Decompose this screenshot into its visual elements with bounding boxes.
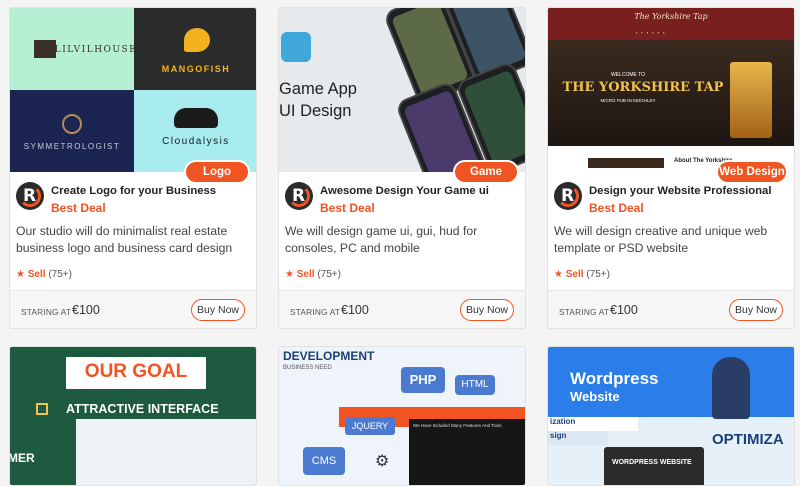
dashboard-mockup bbox=[76, 419, 256, 485]
thumb-tag: WORDPRESS WEBSITE bbox=[612, 459, 692, 466]
thumb-heading: DEVELOPMENT bbox=[283, 349, 375, 363]
sell-label: Sell bbox=[565, 269, 584, 280]
person-illustration bbox=[712, 357, 750, 419]
deal-label: Best Deal bbox=[51, 201, 106, 215]
thumb-title-line: Game App bbox=[279, 80, 357, 98]
seller-info: R Create Logo for your Business Best Dea… bbox=[16, 182, 216, 215]
thumb-subheading: Website bbox=[570, 389, 620, 404]
buy-now-button[interactable]: Buy Now bbox=[729, 299, 783, 321]
sell-rating: ★ Sell (75+) bbox=[554, 269, 610, 280]
gig-card[interactable]: LILVILHOUSE MANGOFISH SYMMETROLOGIST Clo… bbox=[9, 7, 257, 329]
cloud-icon bbox=[174, 108, 218, 128]
sell-label: Sell bbox=[296, 269, 315, 280]
staring-label: STARING AT bbox=[559, 307, 610, 317]
tag-html: HTML bbox=[455, 375, 495, 395]
deal-label: Best Deal bbox=[320, 201, 375, 215]
gig-description: We will design game ui, gui, hud for con… bbox=[285, 224, 478, 255]
card-footer: STARING AT €100 Buy Now bbox=[10, 290, 256, 328]
thumb-subheading: ATTRACTIVE INTERFACE bbox=[66, 402, 219, 416]
tag-jquery: JQUERY bbox=[345, 417, 395, 435]
gig-thumbnail[interactable]: Game App UI Design bbox=[279, 8, 525, 172]
emblem-icon bbox=[62, 114, 82, 134]
site-image-strip bbox=[588, 158, 664, 168]
site-preview-text: We Have Included Many Features And Tools bbox=[413, 423, 502, 428]
star-icon: ★ bbox=[285, 269, 294, 280]
sell-label: Sell bbox=[27, 269, 46, 280]
sell-count: (75+) bbox=[586, 269, 610, 280]
thumb-title-line: UI Design bbox=[279, 102, 352, 120]
star-icon: ★ bbox=[554, 269, 563, 280]
gig-thumbnail[interactable]: The Yorkshire Tap ▪▪▪▪▪▪ WELCOME TO THE … bbox=[548, 8, 794, 172]
seller-info: R Awesome Design Your Game ui Best Deal bbox=[285, 182, 489, 215]
thumb-side-text: MER bbox=[10, 451, 35, 465]
gig-card[interactable]: Game App UI Design Game R Awesome Design… bbox=[278, 7, 526, 329]
gig-card[interactable]: DEVELOPMENT BUSINESS NEED PHP HTML JQUER… bbox=[278, 346, 526, 486]
gig-title[interactable]: Create Logo for your Business bbox=[51, 184, 216, 198]
buy-now-button[interactable]: Buy Now bbox=[191, 299, 245, 321]
sell-rating: ★ Sell (75+) bbox=[16, 269, 72, 280]
sell-rating: ★ Sell (75+) bbox=[285, 269, 341, 280]
staring-label: STARING AT bbox=[21, 307, 72, 317]
logo-text: SYMMETROLOGIST bbox=[23, 142, 121, 151]
gig-grid: LILVILHOUSE MANGOFISH SYMMETROLOGIST Clo… bbox=[0, 0, 800, 486]
site-brand: The Yorkshire Tap bbox=[634, 12, 708, 21]
sell-count: (75+) bbox=[317, 269, 341, 280]
logo-tile: MANGOFISH bbox=[134, 8, 256, 90]
thumb-heading: OUR GOAL bbox=[84, 361, 188, 382]
seller-avatar[interactable]: R bbox=[16, 182, 44, 210]
seller-info: R Design your Website Professional Best … bbox=[554, 182, 771, 215]
staring-label: STARING AT bbox=[290, 307, 341, 317]
category-badge[interactable]: Logo bbox=[184, 160, 250, 184]
seller-avatar[interactable]: R bbox=[285, 182, 313, 210]
gig-thumbnail[interactable]: Wordpress Website ization sign OPTIMIZA … bbox=[548, 347, 794, 485]
gear-icon: ⚙ bbox=[375, 453, 390, 470]
logo-tile: LILVILHOUSE bbox=[10, 8, 136, 90]
gig-title[interactable]: Design your Website Professional bbox=[589, 184, 771, 198]
fish-icon bbox=[184, 28, 210, 52]
category-badge[interactable]: Game bbox=[453, 160, 519, 184]
gig-card[interactable]: OUR GOAL ATTRACTIVE INTERFACE MER bbox=[9, 346, 257, 486]
site-nav-links: ▪▪▪▪▪▪ bbox=[636, 30, 669, 35]
hero-welcome: WELCOME TO bbox=[611, 72, 645, 78]
category-badge[interactable]: Web Design bbox=[716, 160, 788, 184]
thumb-tag: OPTIMIZA bbox=[712, 431, 784, 448]
card-footer: STARING AT €100 Buy Now bbox=[279, 290, 525, 328]
thumb-tag: ization bbox=[548, 417, 638, 431]
gig-card[interactable]: The Yorkshire Tap ▪▪▪▪▪▪ WELCOME TO THE … bbox=[547, 7, 795, 329]
thumb-subheading: BUSINESS NEED bbox=[283, 365, 332, 371]
gig-thumbnail[interactable]: DEVELOPMENT BUSINESS NEED PHP HTML JQUER… bbox=[279, 347, 525, 485]
gig-description: We will design creative and unique web t… bbox=[554, 224, 768, 255]
price: €100 bbox=[72, 303, 100, 317]
thumb-title: Game App UI Design bbox=[279, 78, 357, 122]
star-icon: ★ bbox=[16, 269, 25, 280]
checkbox-icon bbox=[36, 403, 48, 415]
thumb-tag: sign bbox=[548, 431, 608, 445]
tag-cms: CMS bbox=[303, 447, 345, 475]
site-preview bbox=[409, 419, 525, 485]
tag-php: PHP bbox=[401, 367, 445, 393]
sell-count: (75+) bbox=[48, 269, 72, 280]
logo-text: MANGOFISH bbox=[161, 64, 231, 74]
gig-description: Our studio will do minimalist real estat… bbox=[16, 224, 233, 255]
game-app-icon bbox=[281, 32, 311, 62]
site-navbar: The Yorkshire Tap ▪▪▪▪▪▪ bbox=[548, 8, 794, 40]
wordpress-screen bbox=[604, 447, 704, 485]
price: €100 bbox=[610, 303, 638, 317]
hero-tagline: MICRO PUB IN KEIGHLEY bbox=[600, 98, 656, 103]
gig-card[interactable]: Wordpress Website ization sign OPTIMIZA … bbox=[547, 346, 795, 486]
price: €100 bbox=[341, 303, 369, 317]
beer-glass bbox=[730, 62, 772, 138]
hero-headline: THE YORKSHIRE TAP bbox=[562, 80, 724, 95]
logo-text: Cloudalysis bbox=[162, 136, 230, 147]
buy-now-button[interactable]: Buy Now bbox=[460, 299, 514, 321]
gig-thumbnail[interactable]: LILVILHOUSE MANGOFISH SYMMETROLOGIST Clo… bbox=[10, 8, 256, 172]
seller-avatar[interactable]: R bbox=[554, 182, 582, 210]
deal-label: Best Deal bbox=[589, 201, 644, 215]
logo-tile: SYMMETROLOGIST bbox=[10, 90, 134, 172]
thumb-heading: Wordpress bbox=[570, 369, 659, 388]
gig-title[interactable]: Awesome Design Your Game ui bbox=[320, 184, 489, 198]
gig-thumbnail[interactable]: OUR GOAL ATTRACTIVE INTERFACE MER bbox=[10, 347, 256, 485]
card-footer: STARING AT €100 Buy Now bbox=[548, 290, 794, 328]
